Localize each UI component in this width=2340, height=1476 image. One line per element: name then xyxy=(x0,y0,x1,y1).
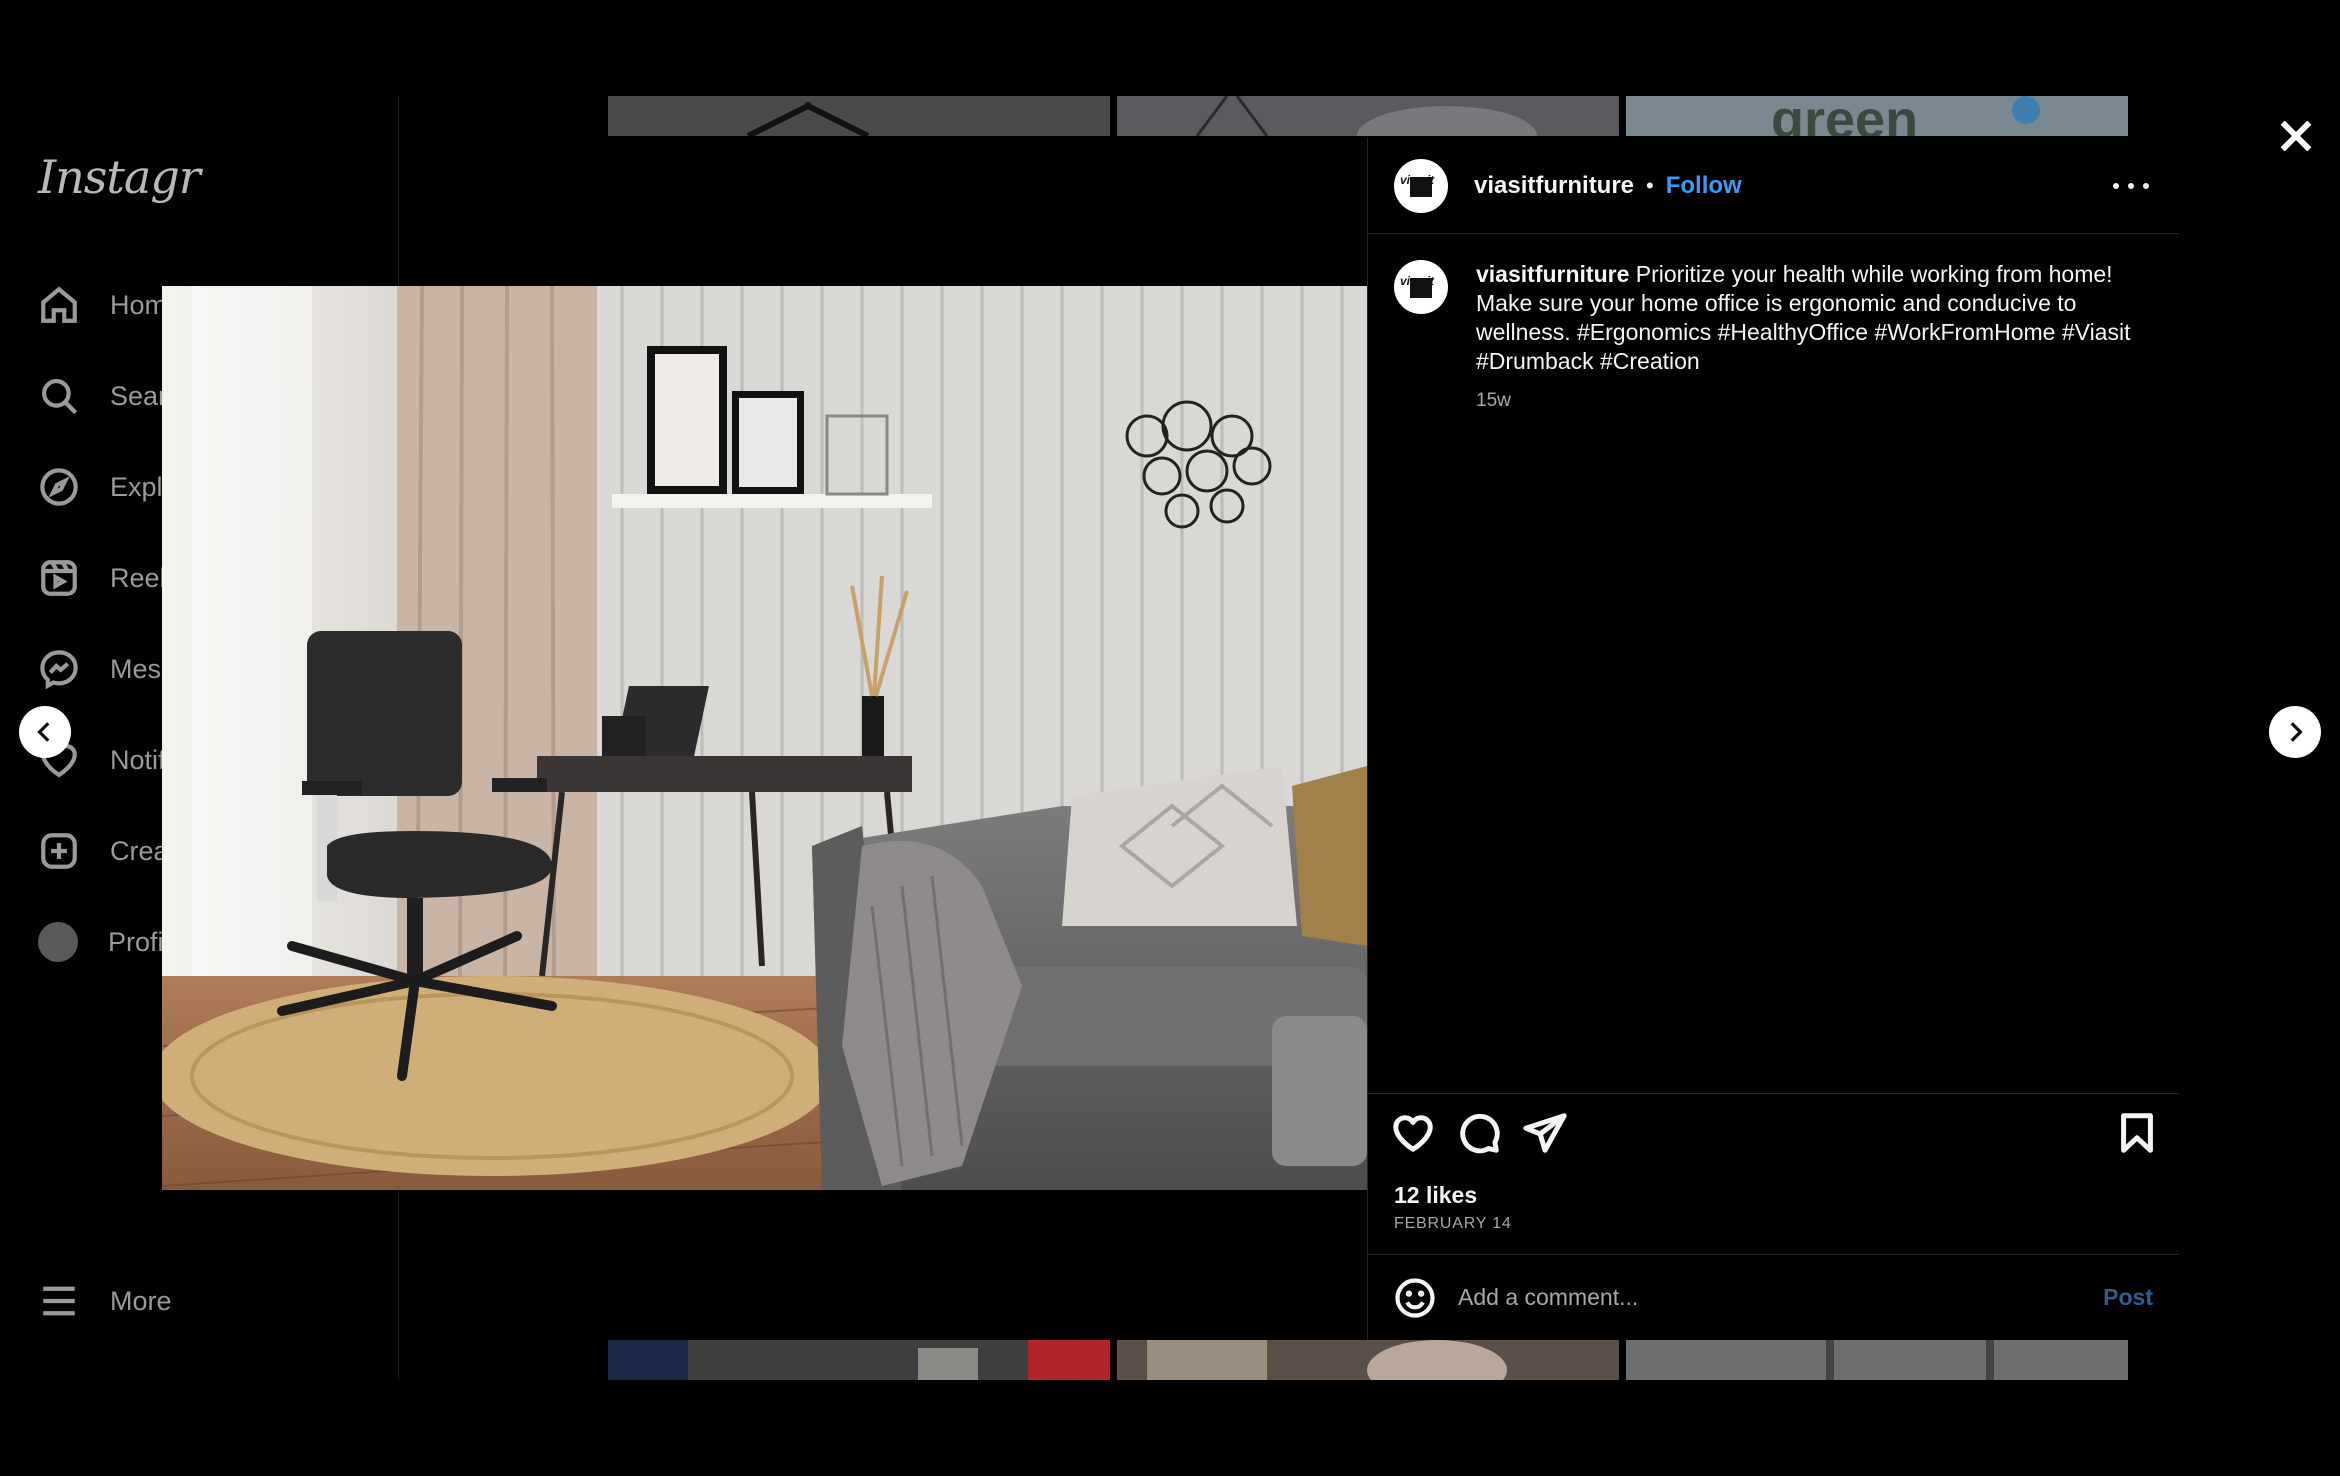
likes-count[interactable]: 12 likes xyxy=(1394,1182,1477,1209)
sidebar-item-more[interactable]: More xyxy=(38,1271,172,1331)
grid-thumbnail[interactable] xyxy=(1626,1340,2128,1380)
action-bar xyxy=(1390,1110,2160,1166)
previous-post-button[interactable] xyxy=(19,706,71,758)
avatar[interactable]: via sit xyxy=(1394,260,1448,314)
plus-square-icon xyxy=(41,833,77,869)
grid-thumbnail[interactable] xyxy=(608,1340,1110,1380)
chevron-left-icon xyxy=(37,722,50,742)
feed-grid-bottom xyxy=(608,1340,2128,1380)
chevron-right-icon xyxy=(2290,722,2303,742)
sidebar-item-explore[interactable]: Explo xyxy=(38,457,178,517)
caption-username[interactable]: viasitfurniture xyxy=(1476,261,1629,287)
sidebar-item-search[interactable]: Searc xyxy=(38,366,181,426)
grid-thumbnail[interactable]: green xyxy=(1626,96,2128,136)
sidebar-item-create[interactable]: Creat xyxy=(38,821,176,881)
username-link[interactable]: viasitfurniture xyxy=(1474,172,1634,200)
comment-icon xyxy=(1460,1113,1500,1154)
home-office-photo xyxy=(162,286,1367,1190)
share-button[interactable] xyxy=(1522,1110,1568,1156)
bookmark-icon xyxy=(2121,1113,2153,1153)
comment-composer: Post xyxy=(1368,1254,2179,1340)
post-image[interactable] xyxy=(162,286,1367,1190)
grid-thumbnail[interactable] xyxy=(1117,1340,1619,1380)
messenger-icon xyxy=(40,650,78,690)
compass-icon xyxy=(40,468,78,506)
post-comment-button[interactable]: Post xyxy=(2103,1284,2153,1311)
instagram-logo[interactable]: Instagr xyxy=(38,150,201,204)
close-button[interactable] xyxy=(2276,116,2316,156)
avatar-mark xyxy=(1410,176,1432,197)
post-date[interactable]: FEBRUARY 14 xyxy=(1394,1215,1512,1233)
actions-divider xyxy=(1368,1093,2179,1094)
sidebar-item-label: Notif xyxy=(110,744,166,775)
hamburger-icon xyxy=(43,1286,75,1316)
sidebar-item-profile[interactable]: Profi xyxy=(38,912,164,972)
comment-button[interactable] xyxy=(1456,1110,1502,1156)
separator-dot: • xyxy=(1646,172,1654,198)
grid-thumbnail[interactable] xyxy=(608,96,1110,136)
caption-text: viasitfurniture Prioritize your health w… xyxy=(1476,260,2154,376)
comment-input[interactable] xyxy=(1458,1284,2104,1311)
sidebar-item-label: Hom xyxy=(110,289,168,320)
more-options-icon[interactable] xyxy=(2113,168,2149,204)
svg-text:green: green xyxy=(1771,96,1918,136)
post-header: via sit viasitfurniture • Follow xyxy=(1368,138,2179,234)
follow-button[interactable]: Follow xyxy=(1666,172,1742,200)
emoji-icon[interactable] xyxy=(1394,1277,1436,1319)
sidebar-item-label: Profi xyxy=(108,926,164,957)
send-icon xyxy=(1523,1113,1567,1153)
search-icon xyxy=(42,379,78,415)
caption-timestamp[interactable]: 15w xyxy=(1476,390,2154,412)
heart-icon xyxy=(1393,1115,1433,1152)
close-icon xyxy=(2280,120,2312,152)
sidebar-item-label: More xyxy=(110,1285,172,1316)
avatar-mark xyxy=(1410,278,1432,298)
next-post-button[interactable] xyxy=(2269,706,2321,758)
sidebar-item-home[interactable]: Hom xyxy=(38,275,167,335)
like-button[interactable] xyxy=(1390,1110,1436,1156)
caption-body: viasitfurniture Prioritize your health w… xyxy=(1476,260,2154,412)
grid-thumbnail[interactable] xyxy=(1117,96,1619,136)
avatar-icon xyxy=(38,922,78,962)
home-icon xyxy=(41,286,77,323)
post-details-panel: via sit viasitfurniture • Follow via sit… xyxy=(1367,138,2179,1340)
sidebar-item-reels[interactable]: Reels xyxy=(38,548,179,608)
avatar[interactable]: via sit xyxy=(1394,158,1448,213)
post-caption: via sit viasitfurniture Prioritize your … xyxy=(1394,260,2154,412)
feed-grid-top: green xyxy=(608,96,2128,136)
reels-icon xyxy=(41,560,77,596)
sidebar-item-messages[interactable]: Mess xyxy=(38,639,175,699)
save-button[interactable] xyxy=(2114,1110,2160,1156)
